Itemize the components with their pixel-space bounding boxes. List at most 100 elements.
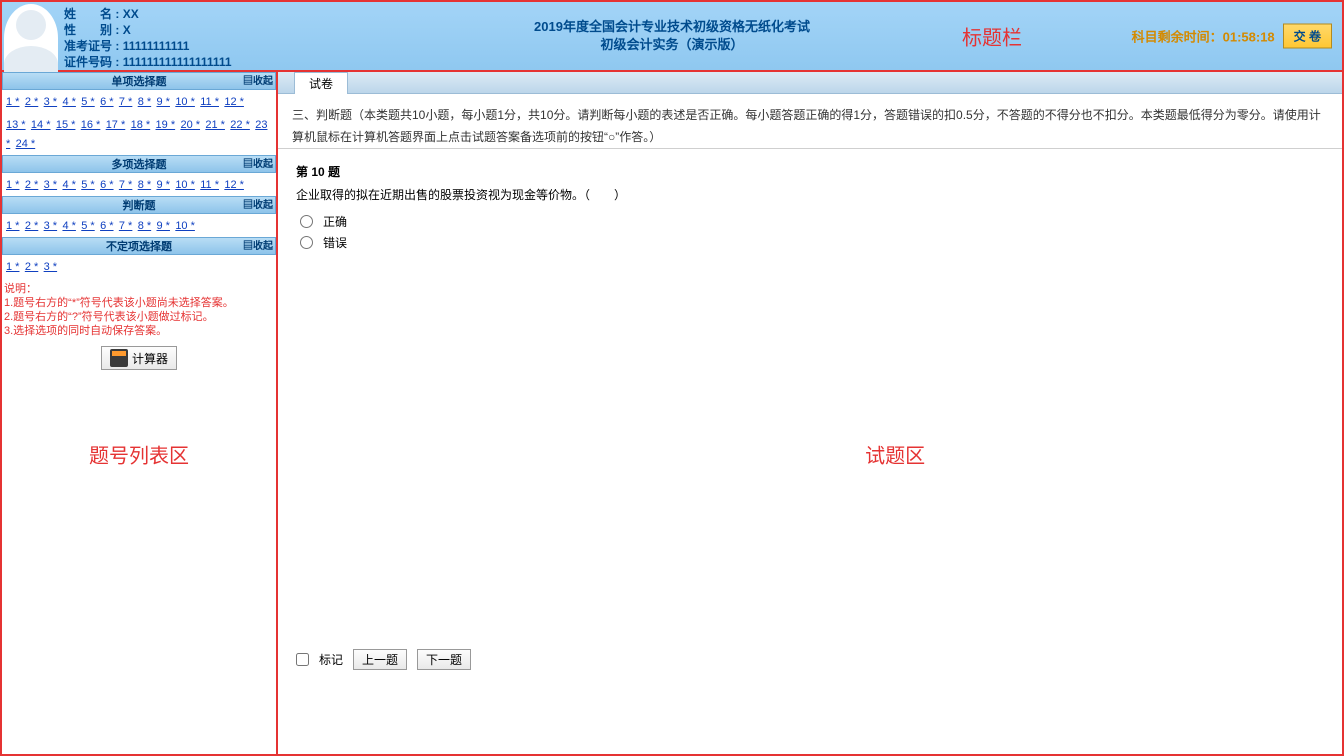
question-link[interactable]: 14 * (31, 119, 51, 131)
notes-line-3: 3.选择选项的同时自动保存答案。 (4, 324, 274, 338)
question-link[interactable]: 1 * (6, 261, 19, 273)
question-link[interactable]: 1 * (6, 96, 19, 108)
question-number-row: 13 * 14 * 15 * 16 * 17 * 18 * 19 * 20 * … (2, 113, 276, 155)
question-link[interactable]: 5 * (81, 179, 94, 191)
question-link[interactable]: 3 * (44, 220, 57, 232)
question-link[interactable]: 10 * (175, 179, 195, 191)
question-link[interactable]: 12 * (224, 96, 244, 108)
notes-title: 说明： (4, 282, 274, 296)
title-bar: 姓 名 : XX 性 别 : X 准考证号 : 11111111111 证件号码… (0, 0, 1344, 72)
ticket-value: 11111111111 (123, 39, 190, 53)
question-number-row: 1 * 2 * 3 * 4 * 5 * 6 * 7 * 8 * 9 * 10 * (2, 214, 276, 237)
question-link[interactable]: 4 * (62, 96, 75, 108)
collapse-toggle[interactable]: ▤收起 (243, 73, 273, 91)
exam-title: 2019年度全国会计专业技术初级资格无纸化考试 初级会计实务（演示版） (534, 18, 810, 54)
question-link[interactable]: 6 * (100, 96, 113, 108)
question-link[interactable]: 19 * (156, 119, 176, 131)
question-link[interactable]: 5 * (81, 220, 94, 232)
option-false-radio[interactable] (300, 236, 313, 249)
question-link[interactable]: 6 * (100, 179, 113, 191)
question-link[interactable]: 2 * (25, 96, 38, 108)
question-link[interactable]: 6 * (100, 220, 113, 232)
exam-title-line2: 初级会计实务（演示版） (534, 36, 810, 54)
question-link[interactable]: 9 * (157, 179, 170, 191)
question-link[interactable]: 2 * (25, 179, 38, 191)
question-link[interactable]: 1 * (6, 220, 19, 232)
question-link[interactable]: 3 * (44, 261, 57, 273)
section-instructions: 三、判断题（本类题共10小题，每小题1分，共10分。请判断每小题的表述是否正确。… (278, 94, 1342, 149)
mark-checkbox[interactable] (296, 653, 309, 666)
question-link[interactable]: 20 * (180, 119, 200, 131)
id-value: 111111111111111111 (123, 55, 232, 69)
question-link[interactable]: 8 * (138, 96, 151, 108)
question-link[interactable]: 10 * (175, 96, 195, 108)
question-link[interactable]: 11 * (200, 96, 219, 108)
question-link[interactable]: 3 * (44, 179, 57, 191)
question-link[interactable]: 24 * (16, 138, 36, 150)
question-link[interactable]: 7 * (119, 96, 132, 108)
gender-label: 性 别 : (64, 22, 119, 38)
question-link[interactable]: 12 * (224, 179, 244, 191)
question-link[interactable]: 1 * (6, 179, 19, 191)
gender-value: X (123, 23, 131, 37)
question-number-row: 1 * 2 * 3 * (2, 255, 276, 278)
calculator-button[interactable]: 计算器 (101, 346, 177, 370)
content-zone-label: 试题区 (865, 439, 925, 468)
notes-line-2: 2.题号右方的“?”符号代表该小题做过标记。 (4, 310, 274, 324)
tab-paper[interactable]: 试卷 (294, 72, 348, 94)
user-info: 姓 名 : XX 性 别 : X 准考证号 : 11111111111 证件号码… (64, 2, 232, 70)
question-link[interactable]: 7 * (119, 179, 132, 191)
timer-area: 科目剩余时间：01:58:18 交 卷 (1132, 24, 1332, 49)
question-link[interactable]: 17 * (106, 119, 126, 131)
question-link[interactable]: 8 * (138, 220, 151, 232)
question-link[interactable]: 9 * (157, 96, 170, 108)
next-button[interactable]: 下一题 (417, 649, 471, 670)
ticket-label: 准考证号 : (64, 38, 119, 54)
question-text: 企业取得的拟在近期出售的股票投资视为现金等价物。（ ） (296, 186, 1324, 203)
option-true[interactable]: 正确 (300, 213, 1324, 230)
question-link[interactable]: 18 * (131, 119, 151, 131)
collapse-toggle[interactable]: ▤收起 (243, 238, 273, 256)
exam-title-line1: 2019年度全国会计专业技术初级资格无纸化考试 (534, 18, 810, 36)
question-link[interactable]: 13 * (6, 119, 26, 131)
calculator-icon (110, 349, 128, 367)
question-link[interactable]: 4 * (62, 179, 75, 191)
question-link[interactable]: 16 * (81, 119, 101, 131)
question-number-row: 1 * 2 * 3 * 4 * 5 * 6 * 7 * 8 * 9 * 10 *… (2, 173, 276, 196)
question-number-row: 1 * 2 * 3 * 4 * 5 * 6 * 7 * 8 * 9 * 10 *… (2, 90, 276, 113)
title-zone-label: 标题栏 (962, 22, 1022, 51)
question-link[interactable]: 9 * (157, 220, 170, 232)
name-label: 姓 名 : (64, 6, 119, 22)
option-false-label: 错误 (323, 234, 347, 251)
submit-button[interactable]: 交 卷 (1283, 24, 1332, 49)
question-link[interactable]: 7 * (119, 220, 132, 232)
question-link[interactable]: 3 * (44, 96, 57, 108)
question-link[interactable]: 11 * (200, 179, 219, 191)
question-link[interactable]: 22 * (230, 119, 250, 131)
instruction-text: 三、判断题（本类题共10小题，每小题1分，共10分。请判断每小题的表述是否正确。… (292, 108, 1321, 144)
section-header: 不定项选择题▤收起 (2, 237, 276, 255)
question-panel: 试卷 三、判断题（本类题共10小题，每小题1分，共10分。请判断每小题的表述是否… (278, 72, 1344, 756)
section-header: 多项选择题▤收起 (2, 155, 276, 173)
question-link[interactable]: 2 * (25, 220, 38, 232)
notes: 说明： 1.题号右方的“*”符号代表该小题尚未选择答案。 2.题号右方的“?”符… (2, 278, 276, 340)
question-number: 第 10 题 (296, 163, 1324, 180)
question-link[interactable]: 8 * (138, 179, 151, 191)
question-link[interactable]: 10 * (175, 220, 195, 232)
question-link[interactable]: 4 * (62, 220, 75, 232)
question-link[interactable]: 21 * (205, 119, 225, 131)
collapse-toggle[interactable]: ▤收起 (243, 197, 273, 215)
mark-label: 标记 (319, 651, 343, 668)
question-link[interactable]: 2 * (25, 261, 38, 273)
collapse-toggle[interactable]: ▤收起 (243, 156, 273, 174)
option-false[interactable]: 错误 (300, 234, 1324, 251)
sidebar-zone-label: 题号列表区 (89, 439, 189, 468)
question-list-panel: 单项选择题▤收起1 * 2 * 3 * 4 * 5 * 6 * 7 * 8 * … (0, 72, 278, 756)
question-link[interactable]: 15 * (56, 119, 76, 131)
option-true-radio[interactable] (300, 215, 313, 228)
option-true-label: 正确 (323, 213, 347, 230)
id-label: 证件号码 : (64, 54, 119, 70)
question-link[interactable]: 5 * (81, 96, 94, 108)
prev-button[interactable]: 上一题 (353, 649, 407, 670)
name-value: XX (123, 7, 139, 21)
